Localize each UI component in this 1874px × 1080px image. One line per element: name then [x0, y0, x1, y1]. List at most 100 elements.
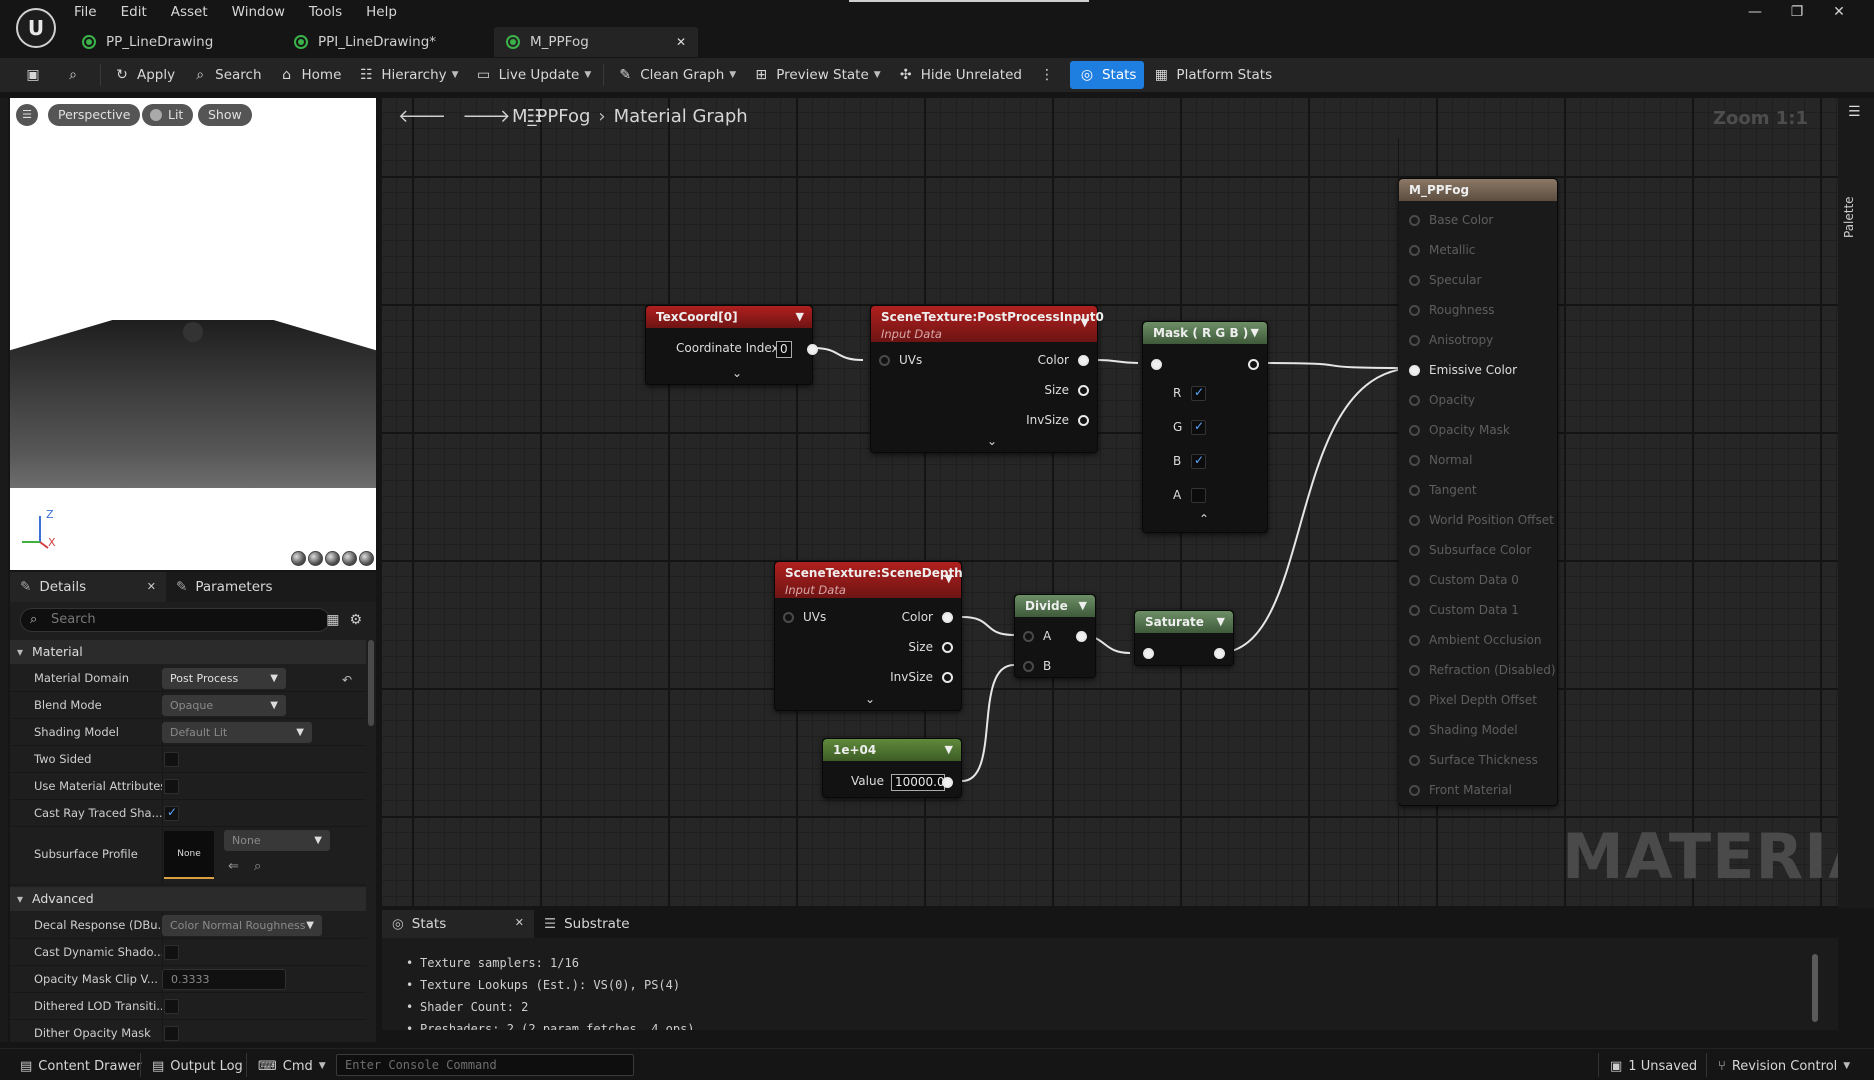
result-input-pin[interactable]	[1409, 425, 1420, 436]
home-button[interactable]: ⌂ Home	[270, 61, 350, 89]
chevron-down-icon[interactable]: ▼	[796, 310, 804, 323]
cube-preview-icon[interactable]	[342, 551, 357, 566]
constant-value-input[interactable]: 10000.0	[891, 774, 945, 791]
node-texcoord[interactable]: TexCoord[0] ▼ Coordinate Index 0 ⌄	[645, 305, 818, 385]
stats-scrollbar[interactable]	[1812, 954, 1818, 1022]
palette-label[interactable]: Palette	[1842, 158, 1866, 238]
channel-b-checkbox[interactable]	[1191, 453, 1206, 469]
close-tab-icon[interactable]: ✕	[676, 35, 686, 49]
material-graph-canvas[interactable]: TexCoord[0] ▼ Coordinate Index 0 ⌄ Scene…	[382, 98, 1838, 906]
chevron-down-icon[interactable]: ▼	[1079, 599, 1087, 612]
result-input-pin[interactable]	[1409, 335, 1420, 346]
unsaved-button[interactable]: ▣ 1 Unsaved	[1610, 1055, 1697, 1077]
cmd-button[interactable]: ⌨ Cmd ▼	[258, 1055, 326, 1077]
saturate-input-pin[interactable]	[1143, 648, 1154, 659]
decal-response-combo[interactable]: Color Normal Roughness ▼	[162, 915, 322, 936]
size-output-pin[interactable]	[942, 642, 953, 653]
result-input-pin[interactable]	[1409, 605, 1420, 616]
menu-file[interactable]: File	[74, 2, 109, 22]
dithered-lod-checkbox[interactable]	[164, 999, 179, 1014]
result-input-pin[interactable]	[1409, 545, 1420, 556]
breadcrumb-root[interactable]: M_PPFog	[512, 106, 590, 127]
preview-viewport[interactable]: ☰ Perspective Lit Show Z X	[10, 98, 376, 570]
result-input-pin[interactable]	[1409, 395, 1420, 406]
content-drawer-button[interactable]: ▤ Content Drawer	[20, 1055, 141, 1077]
result-input-pin[interactable]	[1409, 725, 1420, 736]
result-input-pin[interactable]	[1409, 575, 1420, 586]
palette-menu-icon[interactable]: ☰	[1848, 104, 1861, 120]
blend-mode-combo[interactable]: Opaque ▼	[162, 695, 286, 716]
chevron-down-icon[interactable]: ▼	[1251, 326, 1259, 339]
platform-stats-button[interactable]: ▦ Platform Stats	[1144, 61, 1280, 89]
result-input-pin[interactable]	[1409, 755, 1420, 766]
viewport-menu-icon[interactable]: ☰	[16, 104, 38, 126]
channel-g-checkbox[interactable]	[1191, 419, 1206, 435]
cast-dynamic-shadow-checkbox[interactable]	[164, 945, 179, 960]
plane-preview-icon[interactable]	[325, 551, 340, 566]
console-command-input[interactable]: Enter Console Command	[336, 1054, 634, 1076]
coordinate-index-input[interactable]: 0	[776, 341, 792, 358]
constant-output-pin[interactable]	[942, 777, 953, 788]
gear-icon[interactable]: ⚙	[349, 612, 362, 628]
shading-model-combo[interactable]: Default Lit ▼	[162, 722, 312, 743]
table-view-icon[interactable]: ▦	[326, 612, 339, 628]
expand-arrow-icon[interactable]: ⌄	[732, 366, 742, 380]
chevron-down-icon[interactable]: ▼	[1081, 316, 1089, 329]
reset-to-default-icon[interactable]: ↶	[342, 673, 352, 687]
invsize-output-pin[interactable]	[1078, 415, 1089, 426]
channel-r-checkbox[interactable]	[1191, 385, 1206, 401]
color-output-pin[interactable]	[942, 612, 953, 623]
section-material[interactable]: Material	[10, 640, 366, 664]
result-input-pin[interactable]	[1409, 455, 1420, 466]
divide-output-pin[interactable]	[1076, 631, 1087, 642]
breadcrumb-leaf[interactable]: Material Graph	[614, 106, 748, 127]
color-output-pin[interactable]	[1078, 355, 1089, 366]
section-advanced[interactable]: Advanced	[10, 887, 366, 911]
node-mask[interactable]: Mask ( R G B ) ▼ R G B A ⌃	[1142, 321, 1268, 533]
menu-asset[interactable]: Asset	[159, 2, 220, 22]
lit-button[interactable]: Lit	[142, 104, 194, 126]
tab-pp-linedrawing[interactable]: PP_LineDrawing	[70, 27, 282, 57]
more-options-button[interactable]: ⋮	[1030, 61, 1070, 89]
unreal-logo-icon[interactable]: U	[16, 8, 56, 48]
close-details-icon[interactable]: ✕	[147, 580, 156, 593]
result-input-pin[interactable]	[1409, 245, 1420, 256]
output-pin[interactable]	[807, 344, 818, 355]
maximize-icon[interactable]: ❐	[1776, 2, 1818, 22]
channel-a-checkbox[interactable]	[1191, 488, 1206, 503]
use-material-attributes-checkbox[interactable]	[164, 779, 179, 794]
hierarchy-button[interactable]: ☷ Hierarchy ▼	[349, 61, 466, 89]
details-search-input[interactable]: ⌕ Search	[20, 608, 330, 632]
cylinder-preview-icon[interactable]	[291, 551, 306, 566]
size-output-pin[interactable]	[1078, 385, 1089, 396]
forward-arrow-icon[interactable]: 🡒	[462, 106, 510, 127]
minimize-icon[interactable]: —	[1734, 2, 1776, 22]
result-input-pin[interactable]	[1409, 695, 1420, 706]
dither-opacity-mask-checkbox[interactable]	[164, 1026, 179, 1041]
cast-ray-traced-checkbox[interactable]	[164, 805, 179, 821]
invsize-output-pin[interactable]	[942, 672, 953, 683]
back-arrow-icon[interactable]: 🡐	[398, 106, 446, 127]
node-constant[interactable]: 1e+04 ▼ Value 10000.0	[822, 738, 962, 798]
palette-strip[interactable]: ☰ Palette	[1838, 98, 1874, 908]
uvs-input-pin[interactable]	[783, 612, 794, 623]
close-window-icon[interactable]: ✕	[1818, 2, 1860, 22]
opacity-mask-clip-input[interactable]: 0.3333	[162, 969, 286, 990]
revision-control-button[interactable]: ⑂ Revision Control ▼	[1718, 1055, 1850, 1077]
tab-m-ppfog[interactable]: M_PPFog ✕	[494, 27, 698, 57]
node-material-result[interactable]: M_PPFog Base Color Metallic Specular Roughn…	[1398, 178, 1558, 806]
stats-button[interactable]: ◎ Stats	[1069, 61, 1145, 89]
chevron-down-icon[interactable]: ▼	[945, 572, 953, 585]
menu-window[interactable]: Window	[220, 2, 297, 22]
menu-help[interactable]: Help	[354, 2, 409, 22]
result-input-pin[interactable]	[1409, 365, 1420, 376]
material-domain-combo[interactable]: Post Process ▼	[162, 668, 286, 689]
tab-parameters[interactable]: ✎ Parameters	[166, 572, 283, 602]
menu-edit[interactable]: Edit	[109, 2, 159, 22]
collapse-arrow-icon[interactable]: ⌃	[1199, 512, 1209, 526]
live-update-button[interactable]: ▭ Live Update ▼	[467, 61, 600, 89]
subsurface-profile-combo[interactable]: None ▼	[224, 830, 330, 851]
node-saturate[interactable]: Saturate ▼	[1134, 610, 1234, 666]
teapot-preview-icon[interactable]	[359, 551, 374, 566]
node-divide[interactable]: Divide ▼ A B	[1014, 594, 1096, 678]
